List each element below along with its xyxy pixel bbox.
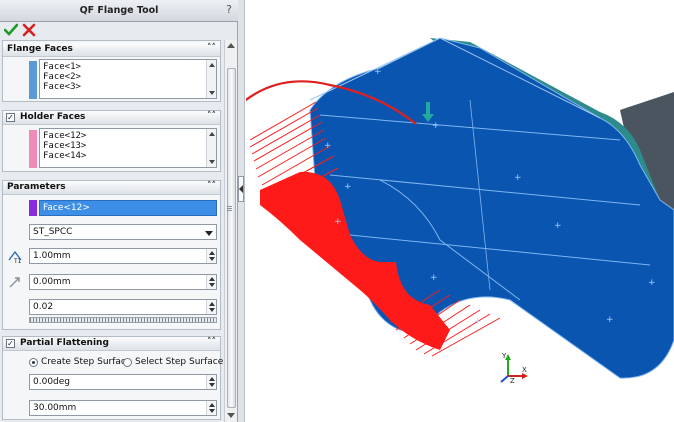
list-scrollbar[interactable] — [206, 60, 216, 98]
panel-titlebar: QF Flange Tool ? — [0, 0, 238, 22]
parameters-header[interactable]: Parameters ˄˄ — [3, 181, 220, 195]
help-icon[interactable]: ? — [226, 3, 232, 16]
svg-text:T1: T1 — [13, 258, 22, 264]
partial-flattening-header[interactable]: ✓ Partial Flattening ˄˄ — [3, 337, 220, 351]
holder-faces-group: ✓ Holder Faces ˄˄ Face<12> Face<13> Face… — [2, 110, 221, 172]
panel-title: QF Flange Tool — [79, 5, 159, 16]
parameters-group: Parameters ˄˄ Face<12> ST_SPCC T1 1.00mm — [2, 180, 221, 330]
svg-text:+: + — [432, 121, 440, 131]
scrollbar-thumb[interactable] — [227, 68, 236, 408]
scroll-grip-icon — [227, 206, 232, 207]
chevron-down-icon[interactable] — [205, 231, 213, 236]
thickness-icon: T1 — [8, 250, 22, 264]
list-item[interactable]: Face<3> — [43, 82, 81, 92]
svg-text:+: + — [606, 315, 614, 325]
property-manager-panel: QF Flange Tool ? Flange Faces ˄˄ Face<1>… — [0, 0, 238, 422]
holder-faces-color-swatch — [29, 130, 37, 168]
scroll-up-arrow-icon[interactable] — [227, 43, 235, 48]
collapse-panel-arrow-icon[interactable] — [238, 176, 244, 202]
create-step-surface-radio[interactable] — [29, 358, 38, 367]
svg-text:+: + — [334, 217, 342, 227]
angle-spinner[interactable] — [206, 375, 216, 389]
distance-input[interactable]: 30.00mm — [29, 400, 217, 416]
selected-face-field[interactable]: Face<12> — [39, 200, 217, 216]
axis-x-label: X — [522, 366, 527, 374]
list-item[interactable]: Face<1> — [43, 62, 81, 72]
ok-checkmark-icon[interactable] — [4, 23, 18, 37]
material-dropdown[interactable]: ST_SPCC — [29, 224, 217, 240]
blue-model-body — [309, 37, 674, 379]
flange-faces-color-swatch — [29, 61, 37, 99]
svg-text:+: + — [648, 278, 656, 288]
list-item[interactable]: Face<2> — [43, 72, 81, 82]
collapse-chevron-icon[interactable]: ˄˄ — [207, 111, 216, 121]
partial-flattening-group: ✓ Partial Flattening ˄˄ Create Step Surf… — [2, 336, 223, 420]
flange-faces-header[interactable]: Flange Faces ˄˄ — [3, 43, 220, 57]
factor-value: 0.02 — [33, 302, 54, 312]
holder-faces-list[interactable]: Face<12> Face<13> Face<14> — [39, 128, 217, 168]
list-item[interactable]: Face<14> — [43, 151, 86, 161]
holder-faces-checkbox[interactable]: ✓ — [6, 113, 15, 122]
create-step-surface-label[interactable]: Create Step Surface — [41, 357, 131, 367]
scroll-down-arrow-icon[interactable] — [227, 413, 235, 418]
partial-flattening-title: Partial Flattening — [20, 338, 109, 348]
svg-text:+: + — [324, 141, 332, 151]
offset-spinner[interactable] — [206, 275, 216, 289]
collapse-chevron-icon[interactable]: ˄˄ — [207, 337, 216, 347]
flange-faces-list[interactable]: Face<1> Face<2> Face<3> — [39, 59, 217, 99]
thickness-value: 1.00mm — [33, 251, 71, 261]
select-step-surface-radio[interactable] — [123, 358, 132, 367]
panel-scrollbar[interactable] — [224, 40, 237, 422]
thickness-spinner[interactable] — [206, 249, 216, 263]
panel-scroll-area: Flange Faces ˄˄ Face<1> Face<2> Face<3> … — [0, 40, 223, 422]
distance-value: 30.00mm — [33, 403, 77, 413]
graphics-viewport[interactable]: + + + + + + + + + + + Y X Z — [246, 0, 674, 422]
list-scrollbar[interactable] — [206, 129, 216, 167]
panel-splitter[interactable] — [238, 0, 245, 422]
model-scene[interactable]: + + + + + + + + + + + — [246, 0, 674, 422]
factor-input[interactable]: 0.02 — [29, 299, 217, 315]
selected-face-value: Face<12> — [43, 203, 90, 213]
cancel-x-icon[interactable] — [22, 23, 36, 37]
offset-input[interactable]: 0.00mm — [29, 274, 217, 290]
collapse-chevron-icon[interactable]: ˄˄ — [207, 43, 216, 53]
thickness-input[interactable]: 1.00mm — [29, 248, 217, 264]
parameters-title: Parameters — [7, 182, 66, 192]
svg-text:+: + — [554, 221, 562, 231]
svg-text:+: + — [430, 273, 438, 283]
collapse-chevron-icon[interactable]: ˄˄ — [207, 181, 216, 191]
holder-faces-title: Holder Faces — [20, 112, 86, 122]
svg-text:+: + — [514, 173, 522, 183]
factor-spinner[interactable] — [206, 300, 216, 314]
angle-input[interactable]: 0.00deg — [29, 374, 217, 390]
select-step-surface-label[interactable]: Select Step Surface — [135, 357, 223, 367]
material-value: ST_SPCC — [33, 227, 73, 237]
action-bar — [0, 22, 238, 40]
offset-icon — [9, 277, 20, 288]
angle-value: 0.00deg — [33, 377, 71, 387]
svg-text:+: + — [374, 67, 382, 77]
flange-faces-group: Flange Faces ˄˄ Face<1> Face<2> Face<3> — [2, 40, 221, 102]
factor-slider[interactable] — [29, 317, 217, 323]
holder-faces-header[interactable]: ✓ Holder Faces ˄˄ — [3, 111, 220, 125]
axis-triad-icon: Y X Z — [500, 352, 528, 384]
axis-z-label: Z — [510, 377, 515, 384]
list-item[interactable]: Face<12> — [43, 131, 86, 141]
distance-spinner[interactable] — [206, 401, 216, 415]
svg-text:+: + — [474, 317, 482, 327]
list-item[interactable]: Face<13> — [43, 141, 86, 151]
selection-color-swatch — [29, 200, 37, 216]
partial-flattening-checkbox[interactable]: ✓ — [6, 339, 15, 348]
svg-text:+: + — [344, 182, 352, 192]
axis-y-label: Y — [501, 352, 507, 360]
offset-value: 0.00mm — [33, 277, 71, 287]
flange-faces-title: Flange Faces — [7, 44, 73, 54]
